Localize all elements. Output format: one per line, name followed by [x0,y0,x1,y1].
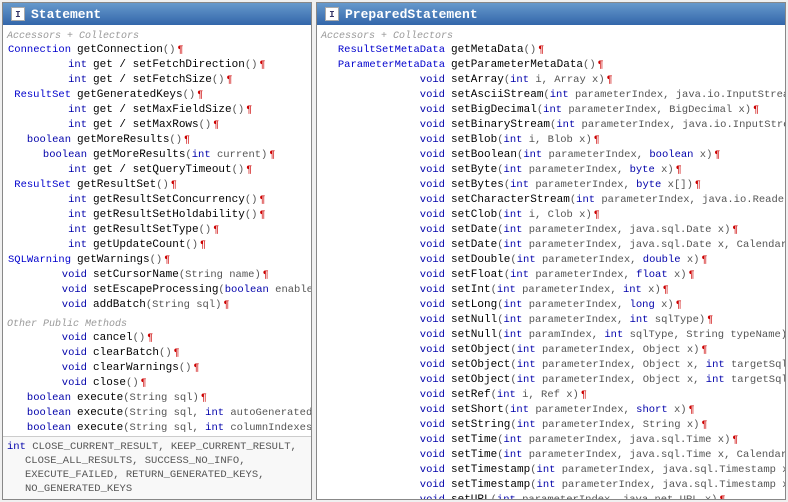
list-item: void setEscapeProcessing (boolean enable… [7,283,307,298]
list-item: boolean getMoreResults (int current)¶ [7,148,307,163]
list-item: void setObject (int parameterIndex, Obje… [321,373,781,388]
statement-panel: I Statement Accessors + Collectors Conne… [2,2,312,500]
list-item: boolean execute (String sql, int columnI… [7,421,307,436]
prepared-header: I PreparedStatement [317,3,785,25]
list-item: int get / setFetchDirection ()¶ [7,58,307,73]
list-item: void close ()¶ [7,376,307,391]
list-item: void setInt (int parameterIndex, int x)¶ [321,283,781,298]
list-item: void cancel ()¶ [7,331,307,346]
list-item: int get / setMaxRows ()¶ [7,118,307,133]
list-item: void setBinaryStream (int parameterIndex… [321,118,781,133]
list-item: ParameterMetaData getParameterMetaData (… [321,58,781,73]
list-item: int getResultSetHoldability ()¶ [7,208,307,223]
list-item: int get / setFetchSize ()¶ [7,73,307,88]
list-item: boolean execute (String sql, int autoGen… [7,406,307,421]
statement-title: Statement [31,7,101,22]
list-item: void addBatch (String sql)¶ [7,298,307,313]
list-item: void setDouble (int parameterIndex, doub… [321,253,781,268]
list-item: void setCharacterStream (int parameterIn… [321,193,781,208]
list-item: void setLong (int parameterIndex, long x… [321,298,781,313]
list-item: int getUpdateCount ()¶ [7,238,307,253]
list-item: void setBytes (int parameterIndex, byte … [321,178,781,193]
left-accessors-header: Accessors + Collectors [7,31,307,42]
list-item: void setDate (int parameterIndex, java.s… [321,238,781,253]
list-item: void setRef (int i, Ref x)¶ [321,388,781,403]
list-item: void setTimestamp (int parameterIndex, j… [321,478,781,493]
list-item: void setBoolean (int parameterIndex, boo… [321,148,781,163]
list-item: void setClob (int i, Clob x)¶ [321,208,781,223]
list-item: void clearWarnings ()¶ [7,361,307,376]
list-item: int getResultSetConcurrency ()¶ [7,193,307,208]
list-item: ResultSetMetaData getMetaData ()¶ [321,43,781,58]
list-item: Connection getConnection ()¶ [7,43,307,58]
list-item: void setNull (int paramIndex, int sqlTyp… [321,328,781,343]
list-item: void setURL (int parameterIndex, java.ne… [321,493,781,499]
list-item: void setCursorName (String name)¶ [7,268,307,283]
list-item: void setFloat (int parameterIndex, float… [321,268,781,283]
left-other-header: Other Public Methods [7,319,307,330]
list-item: int getResultSetType ()¶ [7,223,307,238]
list-item: ResultSet getGeneratedKeys ()¶ [7,88,307,103]
list-item: int get / setMaxFieldSize ()¶ [7,103,307,118]
list-item: void setNull (int parameterIndex, int sq… [321,313,781,328]
list-item: void setByte (int parameterIndex, byte x… [321,163,781,178]
statement-header: I Statement [3,3,311,25]
list-item: void setObject (int parameterIndex, Obje… [321,358,781,373]
list-item: SQLWarning getWarnings ()¶ [7,253,307,268]
list-item: int get / setQueryTimeout ()¶ [7,163,307,178]
statement-icon: I [11,7,25,21]
list-item: void setString (int parameterIndex, Stri… [321,418,781,433]
prepared-content: Accessors + Collectors ResultSetMetaData… [317,25,785,499]
prepared-statement-panel: I PreparedStatement Accessors + Collecto… [316,2,786,500]
list-item: void setAsciiStream (int parameterIndex,… [321,88,781,103]
statement-constants: int CLOSE_CURRENT_RESULT, KEEP_CURRENT_R… [3,436,311,499]
list-item: void clearBatch ()¶ [7,346,307,361]
prepared-icon: I [325,7,339,21]
list-item: boolean execute (String sql)¶ [7,391,307,406]
list-item: boolean getMoreResults ()¶ [7,133,307,148]
list-item: void setShort (int parameterIndex, short… [321,403,781,418]
list-item: void setTime (int parameterIndex, java.s… [321,433,781,448]
list-item: void setTime (int parameterIndex, java.s… [321,448,781,463]
list-item: ResultSet getResultSet ()¶ [7,178,307,193]
list-item: void setBigDecimal (int parameterIndex, … [321,103,781,118]
list-item: void setObject (int parameterIndex, Obje… [321,343,781,358]
list-item: void setDate (int parameterIndex, java.s… [321,223,781,238]
list-item: void setTimestamp (int parameterIndex, j… [321,463,781,478]
prepared-title: PreparedStatement [345,7,478,22]
statement-content: Accessors + Collectors Connection getCon… [3,25,311,436]
list-item: void setArray (int i, Array x)¶ [321,73,781,88]
list-item: void setBlob (int i, Blob x)¶ [321,133,781,148]
right-accessors-header: Accessors + Collectors [321,31,781,42]
